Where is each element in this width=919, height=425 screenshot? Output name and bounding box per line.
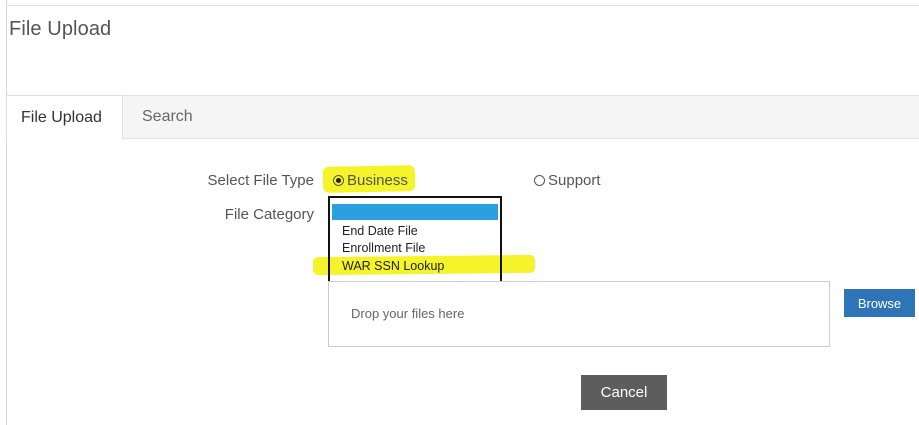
file-category-label: File Category xyxy=(224,206,314,223)
panel-left-border xyxy=(6,0,7,425)
radio-unchecked-icon[interactable] xyxy=(534,175,545,186)
dropdown-selected-option[interactable] xyxy=(332,204,498,220)
radio-support-label: Support xyxy=(548,172,601,189)
browse-button[interactable]: Browse xyxy=(844,289,915,317)
file-drop-zone[interactable]: Drop your files here xyxy=(328,281,830,347)
page-title: File Upload xyxy=(9,18,112,40)
drop-zone-placeholder: Drop your files here xyxy=(351,306,465,321)
panel-top-border xyxy=(6,5,919,6)
file-upload-panel: File Upload File Upload Search Select Fi… xyxy=(0,0,919,425)
option-war-ssn-lookup[interactable]: WAR SSN Lookup xyxy=(342,259,444,273)
file-type-label: Select File Type xyxy=(207,172,314,189)
radio-support[interactable]: Support xyxy=(534,172,601,189)
option-end-date-file[interactable]: End Date File xyxy=(342,224,418,238)
radio-checked-icon[interactable] xyxy=(333,175,344,186)
file-category-select[interactable]: End Date File Enrollment File WAR SSN Lo… xyxy=(328,196,502,284)
tab-search[interactable]: Search xyxy=(128,95,207,140)
option-enrollment-file[interactable]: Enrollment File xyxy=(342,241,425,255)
radio-business-label: Business xyxy=(347,172,408,189)
radio-business[interactable]: Business xyxy=(333,172,408,189)
tab-bar: File Upload Search xyxy=(6,95,919,140)
tab-file-upload[interactable]: File Upload xyxy=(6,95,123,140)
cancel-button[interactable]: Cancel xyxy=(581,375,667,410)
